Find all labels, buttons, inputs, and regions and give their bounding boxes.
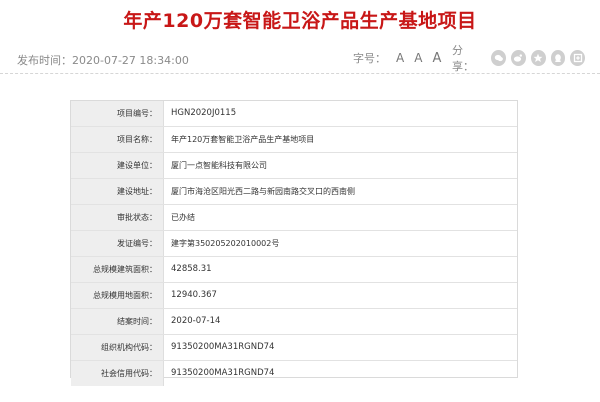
row-label: 项目编号：	[71, 101, 164, 126]
row-value: 42858.31	[171, 264, 212, 274]
table-row: 发证编号： 建字第350205202010002号	[71, 231, 517, 257]
row-value: 12940.367	[171, 290, 217, 300]
qq-space-icon[interactable]	[530, 50, 546, 66]
table-row: 结案时间： 2020-07-14	[71, 309, 517, 335]
wechat-icon[interactable]	[491, 50, 507, 66]
row-label: 建设单位：	[71, 153, 164, 178]
qq-icon[interactable]	[550, 50, 566, 66]
share-label: 分享：	[452, 44, 474, 73]
row-value: 建字第350205202010002号	[171, 239, 280, 248]
font-small-button[interactable]: A	[396, 52, 404, 64]
row-value: 91350200MA31RGND74	[171, 342, 275, 352]
row-value: 厦门一点智能科技有限公司	[171, 161, 267, 170]
row-label: 结案时间：	[71, 309, 164, 334]
weibo-icon[interactable]	[511, 50, 526, 66]
font-size-controls: 字号： A A A	[353, 45, 451, 71]
row-value: HGN2020J0115	[171, 108, 237, 118]
row-label: 总规模建筑面积：	[71, 257, 164, 282]
row-value: 年产120万套智能卫浴产品生产基地项目	[171, 135, 315, 144]
table-row: 项目名称： 年产120万套智能卫浴产品生产基地项目	[71, 127, 517, 153]
font-large-button[interactable]: A	[432, 52, 441, 65]
row-value: 2020-07-14	[171, 316, 221, 326]
row-label: 总规模用地面积：	[71, 283, 164, 308]
table-row: 总规模建筑面积： 42858.31	[71, 257, 517, 283]
row-label: 建设地址：	[71, 179, 164, 204]
table-row: 组织机构代码： 91350200MA31RGND74	[71, 335, 517, 361]
row-label: 组织机构代码：	[71, 335, 164, 360]
publish-time: 发布时间：2020-07-27 18:34:00	[17, 54, 189, 67]
share-bar: 分享：	[452, 44, 585, 73]
row-value: 已办结	[171, 213, 195, 222]
table-row: 建设地址： 厦门市海沧区阳光西二路与新园南路交叉口的西南侧	[71, 179, 517, 205]
row-value: 厦门市海沧区阳光西二路与新园南路交叉口的西南侧	[171, 187, 355, 196]
project-info-table: 项目编号： HGN2020J0115 项目名称： 年产120万套智能卫浴产品生产…	[70, 100, 518, 386]
table-row: 项目编号： HGN2020J0115	[71, 101, 517, 127]
font-medium-button[interactable]: A	[414, 52, 422, 64]
row-label: 发证编号：	[71, 231, 164, 256]
page-title: 年产120万套智能卫浴产品生产基地项目	[123, 10, 477, 32]
meta-bar: 发布时间：2020-07-27 18:34:00 字号： A A A 分享：	[17, 44, 585, 73]
share-more-icon[interactable]	[570, 50, 585, 66]
divider	[0, 73, 600, 74]
table-row: 建设单位： 厦门一点智能科技有限公司	[71, 153, 517, 179]
row-value: 91350200MA31RGND74	[171, 368, 275, 378]
table-row: 总规模用地面积： 12940.367	[71, 283, 517, 309]
row-label: 审批状态：	[71, 205, 164, 230]
row-label: 项目名称：	[71, 127, 164, 152]
font-size-label: 字号：	[353, 52, 386, 65]
table-row: 审批状态： 已办结	[71, 205, 517, 231]
row-label: 社会信用代码：	[71, 361, 164, 386]
table-row: 社会信用代码： 91350200MA31RGND74	[71, 361, 517, 386]
